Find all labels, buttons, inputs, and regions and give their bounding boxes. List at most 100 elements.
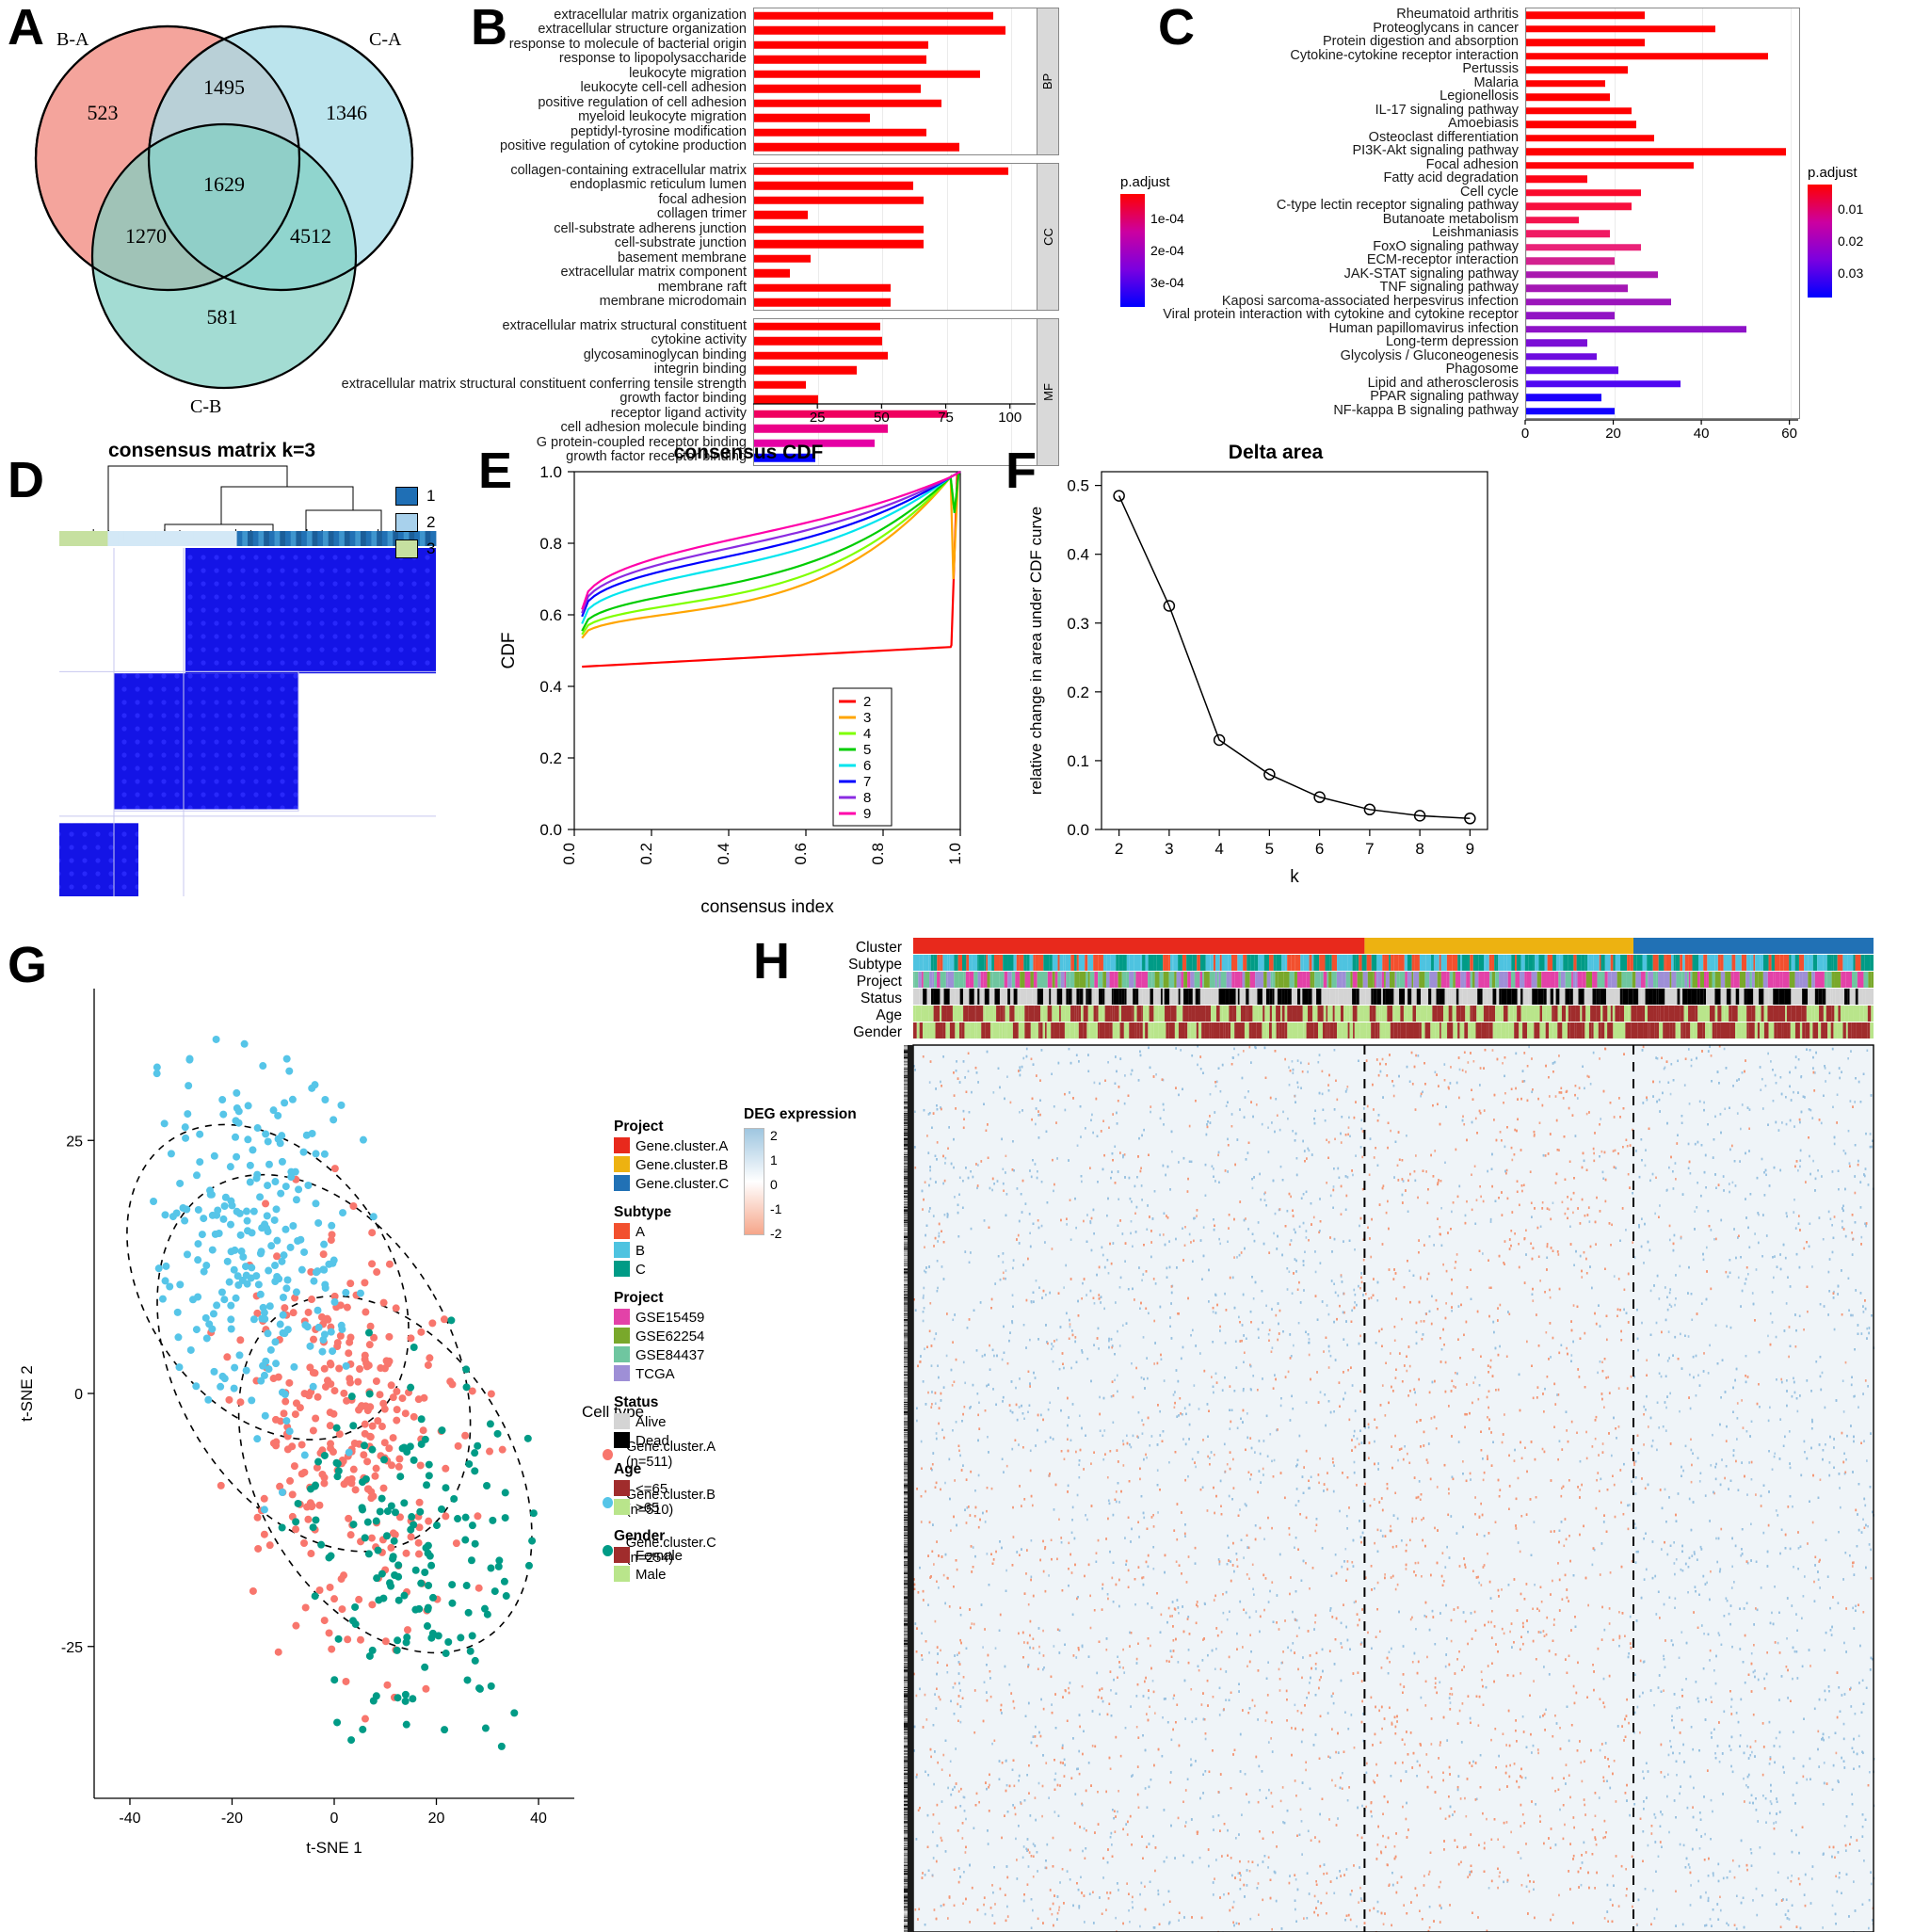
legend-swatch — [614, 1309, 630, 1325]
bar — [754, 298, 891, 307]
bar — [1526, 66, 1628, 73]
panel-b-category-label: myeloid leukocyte migration — [471, 109, 753, 124]
bar-label: extracellular matrix structural constitu… — [342, 377, 753, 392]
panel-b-category-label: cell-substrate adherens junction — [471, 221, 753, 236]
panel-c-bar-row — [1526, 186, 1799, 201]
venn-value-BA-CB: 1270 — [125, 224, 167, 248]
panel-c-category-label: NF-kappa B signaling pathway — [1158, 403, 1525, 418]
cdf-plot: 0.0 0.2 0.4 0.6 0.8 1.0 0.0 0.2 0.4 0.6 0.8 1.0 CDF c… — [499, 463, 964, 917]
legend-swatch — [614, 1566, 630, 1582]
legend-swatch — [614, 1432, 630, 1448]
panel-c-category-label: Long-term depression — [1158, 334, 1525, 349]
data-point — [1113, 490, 1125, 502]
panel-c-legend: p.adjust 0.01 0.02 0.03 — [1808, 165, 1894, 298]
bar-label: endoplasmic reticulum lumen — [570, 177, 753, 192]
venn-label-CB: C-B — [190, 396, 221, 417]
tsne-scatter-plot: -40 -20 0 20 40 -25 0 25 t-SNE 1 t-SNE 2 — [18, 989, 574, 1857]
h-legend-item: GSE62254 — [614, 1328, 755, 1344]
bar — [1526, 217, 1580, 224]
x-tick-label: 60 — [1781, 426, 1797, 442]
bar-label: response to lipopolysaccharide — [559, 51, 753, 66]
bar — [754, 351, 888, 360]
bar-label: peptidyl-tyrosine modification — [571, 124, 753, 139]
venn-value-BA-CA: 1495 — [203, 75, 245, 99]
consensus-blocks — [58, 547, 437, 897]
y-tick-label: 0.4 — [539, 678, 562, 696]
y-tick-label: 0.2 — [1067, 684, 1089, 701]
legend-dot — [603, 1545, 613, 1556]
panel-c-category-label: Rheumatoid arthritis — [1158, 7, 1525, 22]
panel-c-bar-row — [1526, 268, 1799, 282]
bar — [1526, 189, 1641, 197]
facet-strip-label: CC — [1041, 228, 1055, 246]
panel-c-category-label: Focal adhesion — [1158, 157, 1525, 172]
panel-c-category-label: Legionellosis — [1158, 89, 1525, 104]
panel-c-bar-row — [1526, 200, 1799, 214]
bar-label: cell-substrate junction — [615, 235, 753, 250]
h-legend-item: Female — [614, 1547, 755, 1564]
legend-label: B — [635, 1243, 645, 1259]
heatmap-body — [912, 1044, 1875, 1932]
panel-b-bar-row — [754, 8, 1037, 24]
dendrogram — [82, 465, 430, 541]
bar-label: collagen-containing extracellular matrix — [510, 163, 753, 178]
panel-c-bar-row — [1526, 363, 1799, 378]
bar-label: extracellular structure organization — [538, 22, 753, 37]
legend-gradient — [1808, 185, 1832, 298]
panel-c-bar-row — [1526, 63, 1799, 77]
y-tick-label: 0.5 — [1067, 477, 1089, 495]
bar — [1526, 53, 1769, 60]
panel-c-kegg-barplot: C Rheumatoid arthritis Proteoglycans in c… — [1158, 0, 1930, 442]
bar — [1526, 298, 1672, 306]
cdf-curve-k9 — [581, 471, 961, 610]
bar — [1526, 408, 1615, 415]
panel-b-category-label: basement membrane — [471, 250, 753, 266]
legend-label: 2 — [426, 513, 435, 532]
cdf-legend-entry: 7 — [863, 774, 871, 790]
bar — [754, 40, 929, 49]
bar — [1526, 230, 1610, 237]
bar-label: collagen trimer — [657, 206, 753, 221]
panel-c-bar-row — [1526, 23, 1799, 37]
venn-value-CA-CB: 4512 — [290, 224, 331, 248]
panel-b-category-label: collagen-containing extracellular matrix — [471, 163, 753, 178]
panel-b-category-label: collagen trimer — [471, 206, 753, 221]
h-legend-item: A — [614, 1223, 755, 1240]
panel-c-bar-row — [1526, 296, 1799, 310]
legend-swatch — [614, 1346, 630, 1362]
heatmap-row-label-age: Age — [876, 1007, 902, 1024]
panel-a-label: A — [8, 2, 44, 53]
legend-swatch — [614, 1223, 630, 1239]
panel-b-bar-row — [754, 53, 1037, 68]
h-legend-item: Alive — [614, 1413, 755, 1430]
panel-b-bar-row — [754, 82, 1037, 97]
panel-c-category-label: Viral protein interaction with cytokine … — [1158, 307, 1525, 322]
y-tick-label: -25 — [61, 1640, 83, 1656]
heatmap-status-annotation — [913, 989, 1874, 1005]
x-tick-label: 0.6 — [792, 843, 810, 865]
cdf-legend-entry: 4 — [863, 726, 871, 742]
legend-label: Alive — [635, 1414, 667, 1430]
consensus-matrix-plot — [58, 465, 437, 897]
legend-swatch — [614, 1137, 630, 1153]
panel-c-bar-row — [1526, 323, 1799, 337]
y-tick-label: 25 — [66, 1134, 83, 1150]
panel-b-category-label: extracellular matrix component — [471, 265, 753, 280]
panel-b-bar-row — [754, 38, 1037, 53]
panel-b-bar-row — [754, 67, 1037, 82]
panel-b-bar-row — [754, 111, 1037, 126]
legend-swatch — [614, 1499, 630, 1515]
panel-d-label: D — [8, 455, 44, 506]
x-tick-label: 5 — [1265, 840, 1274, 858]
h-legend-item: C — [614, 1261, 755, 1278]
heatmap-row-label-project: Project — [857, 974, 902, 990]
panel-b-category-label: cell-substrate junction — [471, 235, 753, 250]
cdf-legend-entry: 6 — [863, 758, 871, 774]
h-legend-item: Gene.cluster.A — [614, 1137, 755, 1154]
panel-h-deg-legend: DEG expression 2 1 0 -1 -2 — [744, 1106, 857, 1241]
panel-h-annotation-legend: Project Gene.cluster.A Gene.cluster.B Gene.… — [614, 1106, 755, 1583]
panel-c-category-label: Proteoglycans in cancer — [1158, 21, 1525, 36]
legend-label: Gene.cluster.B — [635, 1157, 728, 1173]
legend-label: GSE62254 — [635, 1328, 704, 1344]
panel-b-bar-row — [754, 334, 1037, 349]
